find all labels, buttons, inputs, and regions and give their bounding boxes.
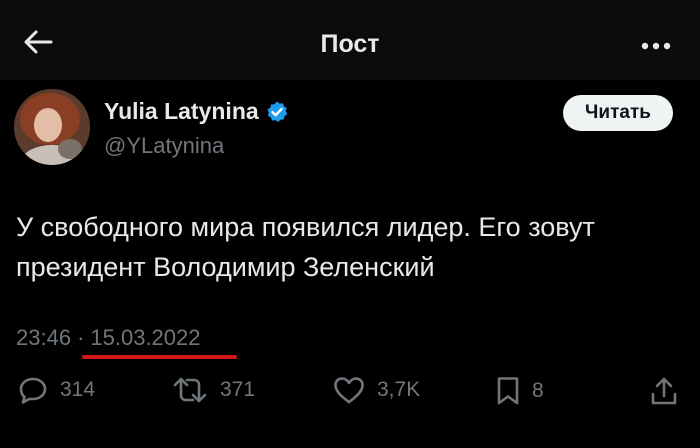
tweet-date: 15.03.2022 [90,325,201,350]
more-dots-icon [641,42,671,50]
action-bar: 314 371 3,7K 8 [0,370,700,420]
page-title: Пост [320,30,380,58]
follow-button[interactable]: Читать [563,95,673,131]
tweet-time: 23:46 [16,325,72,350]
repost-button[interactable]: 371 [172,376,255,404]
reply-button[interactable]: 314 [18,376,95,404]
author-handle[interactable]: @YLatynina [104,133,289,159]
timestamp-separator: · [77,325,85,350]
tweet-text: У свободного мира появился лидер. Его зо… [16,212,595,282]
like-count: 3,7K [377,378,421,401]
author-block: Yulia Latynina @YLatynina [104,98,289,159]
like-button[interactable]: 3,7K [333,376,420,404]
avatar-photo [14,89,90,165]
verified-badge-icon [267,101,287,122]
repost-count: 371 [220,378,256,401]
share-button[interactable] [650,376,678,406]
reply-icon [19,377,47,404]
date-underline-annotation [82,355,237,359]
bookmark-icon [497,377,519,405]
repost-icon [173,377,207,403]
more-button[interactable] [636,26,676,66]
tweet-timestamp[interactable]: 23:46 · 15.03.2022 [16,325,201,351]
heart-icon [334,377,364,404]
author-name[interactable]: Yulia Latynina [104,98,259,125]
avatar[interactable] [14,89,90,165]
reply-count: 314 [60,378,96,401]
bookmark-count: 8 [532,379,544,402]
top-bar: Пост [0,0,700,80]
share-icon [651,377,677,405]
bookmark-button[interactable]: 8 [496,376,544,406]
